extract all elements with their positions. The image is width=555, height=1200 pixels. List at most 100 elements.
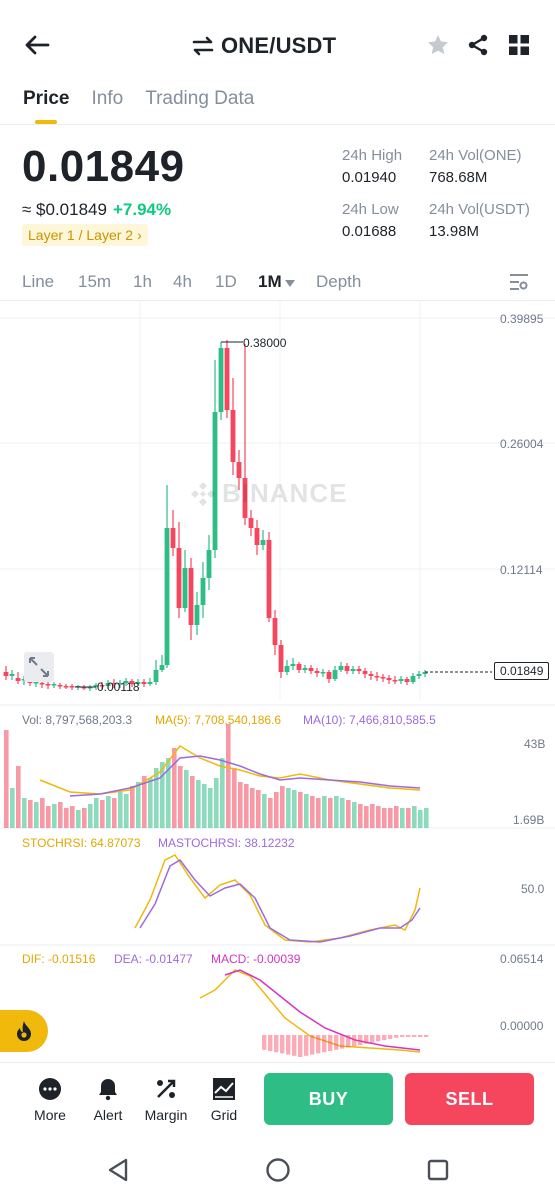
- candle-body: [290, 664, 296, 666]
- buy-button[interactable]: BUY: [264, 1073, 393, 1125]
- grid-label: Grid: [210, 1107, 238, 1123]
- share-button[interactable]: [465, 32, 491, 58]
- volume-bar: [28, 800, 33, 828]
- pair-selector[interactable]: ONE/USDT: [192, 30, 336, 62]
- chart-area[interactable]: 0.39895 0.26004 0.12114 0.38000 0.00118 …: [0, 300, 555, 1060]
- nav-back-button[interactable]: [104, 1156, 132, 1184]
- candle-body: [15, 678, 21, 681]
- candle-body: [39, 683, 45, 685]
- last-price: 0.01849: [22, 142, 185, 191]
- nav-home-button[interactable]: [264, 1156, 292, 1184]
- volume-bar: [100, 800, 105, 828]
- fullscreen-button[interactable]: [24, 652, 54, 682]
- candle-body: [159, 665, 165, 670]
- candle-body: [320, 672, 326, 674]
- volume-bar: [352, 802, 357, 828]
- price-change: +7.94%: [112, 200, 172, 219]
- macd-hist-bar: [424, 1035, 429, 1037]
- volume-bar: [226, 724, 231, 828]
- candlestick-chart[interactable]: [0, 300, 555, 1060]
- dea-label: DEA: -0.01477: [114, 952, 193, 966]
- candle-body: [45, 684, 51, 686]
- volume-bar: [88, 804, 93, 828]
- macd-hist-bar: [292, 1035, 297, 1056]
- volume-bar: [418, 810, 423, 828]
- volume-bar: [154, 768, 159, 828]
- macd-hist-bar: [400, 1035, 405, 1037]
- candle-body: [404, 679, 410, 682]
- volume-bar: [40, 798, 45, 828]
- hot-button[interactable]: [0, 1010, 48, 1052]
- candle-body: [350, 669, 356, 671]
- tf-1h[interactable]: 1h: [133, 272, 152, 292]
- vol-axis-top: 43B: [524, 737, 546, 751]
- layout-button[interactable]: [506, 32, 532, 58]
- volume-bar: [214, 778, 219, 828]
- percent-icon: [157, 1079, 176, 1098]
- min-price-label: 0.00118: [97, 680, 140, 694]
- tab-info[interactable]: Info: [91, 88, 123, 124]
- candle-body: [410, 676, 416, 682]
- volume-bar: [34, 802, 39, 828]
- stochrsi-label: STOCHRSI: 64.87073: [22, 836, 141, 850]
- tf-depth[interactable]: Depth: [316, 272, 361, 292]
- low-label: 24h Low: [342, 201, 399, 218]
- candle-body: [416, 674, 422, 676]
- favorite-button[interactable]: [425, 32, 451, 58]
- more-label: More: [34, 1107, 66, 1123]
- macd-hist-bar: [262, 1035, 267, 1050]
- tf-1m[interactable]: 1M: [258, 272, 282, 292]
- category-tag[interactable]: Layer 1 / Layer 2 ›: [22, 224, 148, 246]
- candle-body: [314, 671, 320, 673]
- macd-label: MACD: -0.00039: [211, 952, 301, 966]
- stochrsi-axis-mid: 50.0: [521, 882, 545, 896]
- stats-left: 24h High 0.01940 24h Low 0.01688: [342, 145, 402, 243]
- sell-button[interactable]: SELL: [405, 1073, 534, 1125]
- margin-button[interactable]: Margin: [139, 1077, 193, 1123]
- volume-bar: [178, 766, 183, 828]
- volume-bar: [280, 786, 285, 828]
- nav-recents-button[interactable]: [424, 1156, 452, 1184]
- more-button[interactable]: More: [23, 1077, 77, 1123]
- tf-line[interactable]: Line: [22, 272, 54, 292]
- volume-bar: [136, 782, 141, 828]
- volume-bar: [322, 796, 327, 828]
- candle-body: [338, 666, 344, 670]
- volume-bar: [376, 806, 381, 828]
- chevron-right-icon: ›: [137, 227, 142, 243]
- volume-bar: [52, 804, 57, 828]
- volume-bar: [268, 798, 273, 828]
- back-button[interactable]: [22, 30, 52, 60]
- grid-icon: [509, 35, 529, 55]
- macd-hist-bar: [322, 1035, 327, 1053]
- volume-bar: [364, 806, 369, 828]
- alert-button[interactable]: Alert: [81, 1077, 135, 1123]
- volume-bar: [64, 808, 69, 828]
- macd-hist-bar: [310, 1035, 315, 1055]
- price-sub-row: ≈ $0.01849 +7.94%: [22, 200, 171, 220]
- macd-hist-bar: [388, 1035, 393, 1039]
- grid-trading-button[interactable]: Grid: [197, 1077, 251, 1123]
- high-label: 24h High: [342, 147, 403, 164]
- tf-15m[interactable]: 15m: [78, 272, 111, 292]
- volume-bar: [22, 798, 27, 828]
- candle-body: [153, 670, 159, 682]
- volume-bar: [82, 808, 87, 828]
- candle-body: [206, 550, 212, 578]
- circle-home-icon: [266, 1158, 290, 1182]
- binance-logo-icon: [191, 481, 215, 506]
- tf-4h[interactable]: 4h: [173, 272, 192, 292]
- tab-price[interactable]: Price: [23, 88, 69, 124]
- candle-body: [296, 664, 302, 670]
- tabs-divider: [0, 124, 555, 125]
- volume-bar: [124, 794, 129, 828]
- candle-body: [248, 518, 254, 528]
- macd-axis-mid: 0.00000: [500, 1019, 544, 1033]
- volume-bar: [238, 782, 243, 828]
- tab-trading-data[interactable]: Trading Data: [145, 88, 254, 124]
- macd-hist-bar: [418, 1035, 423, 1037]
- chart-settings-icon[interactable]: [508, 272, 530, 292]
- tf-1d[interactable]: 1D: [215, 272, 237, 292]
- candle-body: [356, 669, 362, 671]
- volume-bar: [388, 808, 393, 828]
